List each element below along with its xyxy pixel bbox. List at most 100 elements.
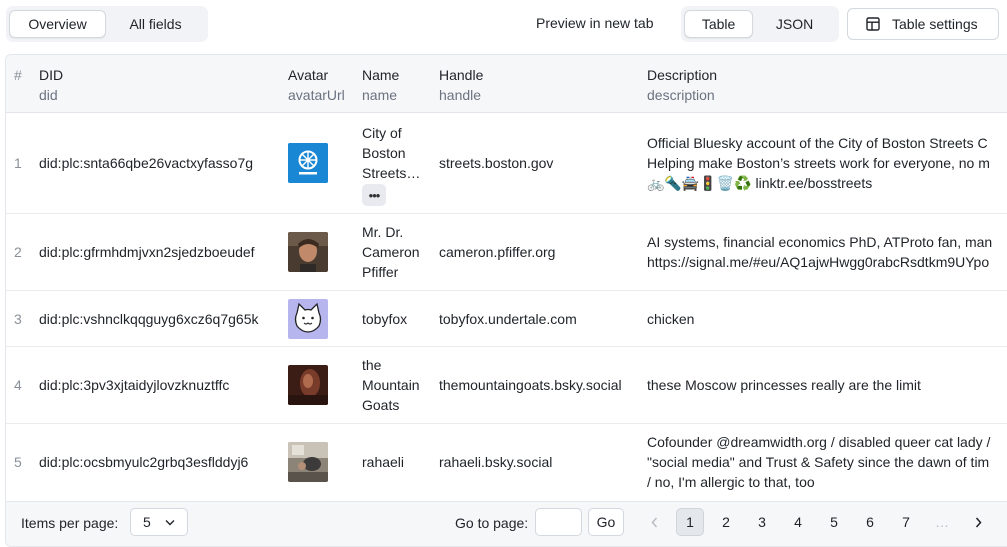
did-cell: did:plc:ocsbmyulc2grbq3esflddyj6 bbox=[39, 454, 249, 470]
column-key: description bbox=[647, 87, 715, 103]
previous-page-button[interactable] bbox=[640, 508, 668, 536]
column-header-handle[interactable]: Handle handle bbox=[439, 65, 483, 105]
table-settings-button[interactable]: Table settings bbox=[847, 8, 999, 40]
cat-face-icon bbox=[288, 299, 328, 339]
items-per-page-value: 5 bbox=[143, 514, 151, 530]
page-button-1[interactable]: 1 bbox=[676, 508, 704, 536]
avatar bbox=[288, 143, 328, 183]
column-key: avatarUrl bbox=[288, 87, 345, 103]
name-line: tobyfox bbox=[362, 311, 408, 327]
description-line: AI systems, financial economics PhD, ATP… bbox=[647, 234, 993, 250]
go-to-page-input[interactable] bbox=[535, 508, 582, 536]
album-art-icon bbox=[288, 365, 328, 405]
tab-table[interactable]: Table bbox=[684, 10, 754, 38]
data-table: # DID did Avatar avatarUrl Name name Han… bbox=[5, 54, 1007, 547]
column-label: Description bbox=[647, 67, 718, 83]
handle-cell: tobyfox.undertale.com bbox=[439, 311, 577, 327]
row-index: 2 bbox=[14, 244, 22, 260]
page-button-6[interactable]: 6 bbox=[856, 508, 884, 536]
name-line: Goats bbox=[362, 397, 400, 413]
avatar bbox=[288, 232, 328, 272]
name-line: the bbox=[362, 357, 382, 373]
column-key: name bbox=[362, 87, 398, 103]
table-row[interactable]: 3 did:plc:vshnclkqqguyg6xcz6q7g65k tobyf… bbox=[6, 291, 1007, 347]
name-line: Pfiffer bbox=[362, 264, 399, 280]
avatar bbox=[288, 299, 328, 339]
handle-cell: themountaingoats.bsky.social bbox=[439, 377, 622, 393]
avatar bbox=[288, 365, 328, 405]
row-index: 1 bbox=[14, 155, 22, 171]
description-line: / no, I'm allergic to that, too bbox=[647, 474, 815, 490]
description-line: these Moscow princesses really are the l… bbox=[647, 377, 921, 393]
column-header-name[interactable]: Name name bbox=[362, 65, 399, 105]
toolbar: Overview All fields Preview in new tab T… bbox=[0, 0, 1007, 48]
column-label: Name bbox=[362, 67, 400, 83]
row-index: 5 bbox=[14, 454, 22, 470]
name-line: rahaeli bbox=[362, 454, 405, 470]
pagination-bar: Items per page: 5 Go to page: Go 1 2 3 4… bbox=[6, 501, 1007, 546]
description-line: https://signal.me/#eu/AQ1ajwHwgg0rabcRsd… bbox=[647, 254, 990, 270]
table-row[interactable]: 2 did:plc:gfrmhdmjvxn2sjedzboeudef Mr. D… bbox=[6, 214, 1007, 291]
handle-cell: streets.boston.gov bbox=[439, 155, 554, 171]
table-grid-icon bbox=[866, 17, 880, 31]
next-page-button[interactable] bbox=[964, 508, 992, 536]
description-line: chicken bbox=[647, 311, 695, 327]
column-header-avatar[interactable]: Avatar avatarUrl bbox=[288, 65, 345, 105]
handle-cell: rahaeli.bsky.social bbox=[439, 454, 553, 470]
did-cell: did:plc:3pv3xjtaidyjlovzknuztffc bbox=[39, 377, 230, 393]
go-button[interactable]: Go bbox=[588, 508, 624, 536]
boston-streets-logo-icon bbox=[288, 143, 328, 183]
name-line: City of bbox=[362, 125, 402, 141]
description-line: Helping make Boston’s streets work for e… bbox=[647, 155, 990, 171]
chevron-right-icon bbox=[975, 517, 982, 527]
name-line: Mr. Dr. bbox=[362, 224, 404, 240]
page-button-7[interactable]: 7 bbox=[892, 508, 920, 536]
table-header: # DID did Avatar avatarUrl Name name Han… bbox=[6, 55, 1007, 113]
name-line: Boston bbox=[362, 145, 406, 161]
did-cell: did:plc:snta66qbe26vactxyfasso7g bbox=[39, 155, 254, 171]
name-line: Cameron bbox=[362, 244, 420, 260]
column-header-description[interactable]: Description description bbox=[647, 65, 717, 105]
column-label: Handle bbox=[439, 67, 484, 83]
table-row[interactable]: 4 did:plc:3pv3xjtaidyjlovzknuztffc the M… bbox=[6, 347, 1007, 424]
name-line: Mountain bbox=[362, 377, 420, 393]
name-line: Streets… bbox=[362, 165, 421, 181]
column-label: DID bbox=[39, 67, 64, 83]
format-tabs: Table JSON bbox=[681, 6, 839, 42]
chevron-left-icon bbox=[650, 517, 657, 527]
profile-photo-icon bbox=[288, 442, 328, 482]
page-button-3[interactable]: 3 bbox=[748, 508, 776, 536]
tab-all-fields[interactable]: All fields bbox=[106, 10, 205, 38]
handle-cell: cameron.pfiffer.org bbox=[439, 244, 556, 260]
did-cell: did:plc:gfrmhdmjvxn2sjedzboeudef bbox=[39, 244, 255, 260]
description-line: "social media" and Trust & Safety since … bbox=[647, 454, 990, 470]
tab-overview[interactable]: Overview bbox=[9, 10, 107, 38]
items-per-page-select[interactable]: 5 bbox=[130, 508, 188, 536]
column-key: did bbox=[39, 87, 58, 103]
page-button-5[interactable]: 5 bbox=[820, 508, 848, 536]
profile-photo-icon bbox=[288, 232, 328, 272]
preview-in-new-tab-link[interactable]: Preview in new tab bbox=[536, 15, 654, 31]
items-per-page-label: Items per page: bbox=[21, 515, 119, 531]
column-header-did[interactable]: DID did bbox=[39, 65, 63, 105]
expand-more-button[interactable]: ••• bbox=[362, 184, 386, 206]
table-settings-label: Table settings bbox=[892, 16, 978, 32]
description-line: Official Bluesky account of the City of … bbox=[647, 135, 988, 151]
description-line: 🚲🔦🚔🚦🗑️♻️ linktr.ee/bosstreets bbox=[647, 175, 873, 191]
table-row[interactable]: 5 did:plc:ocsbmyulc2grbq3esflddyj6 rahae… bbox=[6, 424, 1007, 501]
page-button-2[interactable]: 2 bbox=[712, 508, 740, 536]
table-row[interactable]: 1 did:plc:snta66qbe26vactxyfasso7g City … bbox=[6, 113, 1007, 214]
row-index: 3 bbox=[14, 311, 22, 327]
column-header-index: # bbox=[14, 65, 22, 85]
view-tabs: Overview All fields bbox=[6, 6, 208, 42]
description-line: Cofounder @dreamwidth.org / disabled que… bbox=[647, 434, 991, 450]
column-label: Avatar bbox=[288, 67, 329, 83]
tab-json[interactable]: JSON bbox=[753, 10, 836, 38]
page-button-4[interactable]: 4 bbox=[784, 508, 812, 536]
chevron-down-icon bbox=[165, 520, 175, 526]
avatar bbox=[288, 442, 328, 482]
column-label: # bbox=[14, 67, 22, 83]
go-to-page-label: Go to page: bbox=[455, 515, 529, 531]
row-index: 4 bbox=[14, 377, 22, 393]
pagination-ellipsis: … bbox=[935, 514, 949, 530]
